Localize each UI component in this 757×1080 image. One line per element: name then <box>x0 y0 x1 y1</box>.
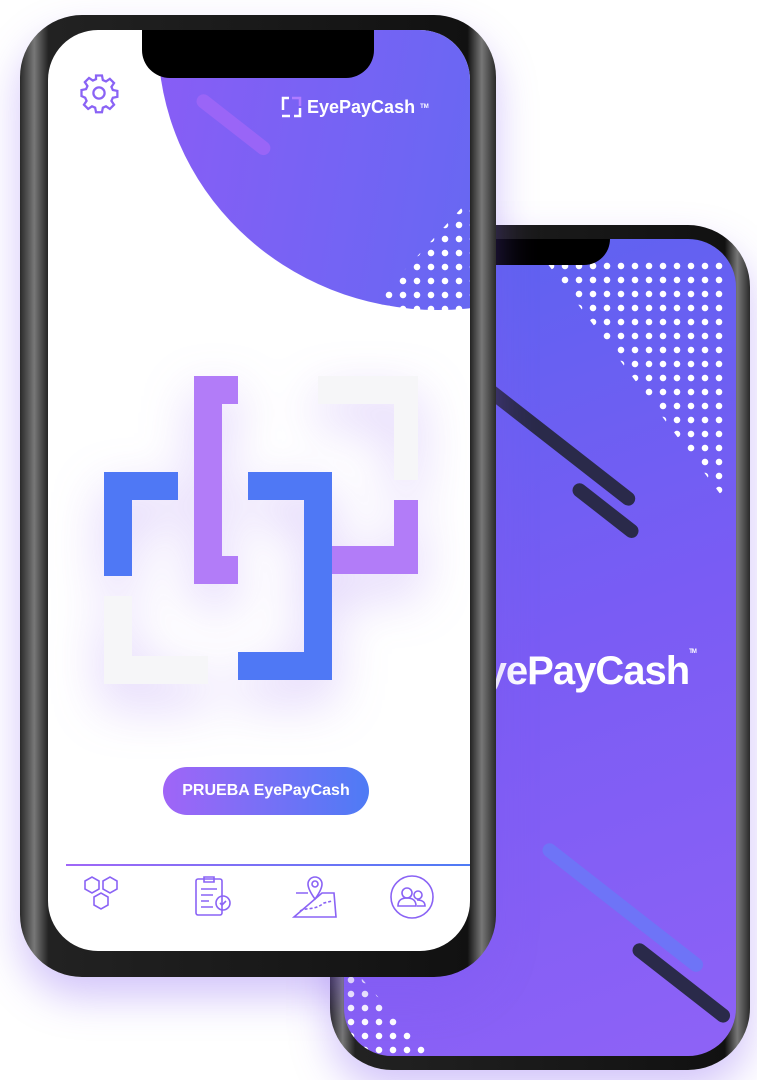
gear-icon[interactable] <box>78 72 120 114</box>
front-phone-mockup: EyePayCash TM PRUEBA EyePayCash <box>20 15 496 977</box>
home-screen: EyePayCash TM PRUEBA EyePayCash <box>48 30 470 951</box>
hexagons-icon[interactable] <box>78 873 126 921</box>
decor-stripe <box>539 840 706 975</box>
try-eyepaycash-button[interactable]: PRUEBA EyePayCash <box>163 767 369 815</box>
header-logo: EyePayCash TM <box>280 96 429 118</box>
eyepaycash-logo-mark <box>104 376 418 684</box>
clipboard-check-icon[interactable] <box>190 873 238 921</box>
logo-mark-icon <box>281 96 302 118</box>
nav-divider <box>66 864 470 866</box>
users-icon[interactable] <box>388 873 436 921</box>
map-pin-icon[interactable] <box>292 873 340 921</box>
notch <box>142 30 374 78</box>
decor-stripe <box>479 380 639 509</box>
